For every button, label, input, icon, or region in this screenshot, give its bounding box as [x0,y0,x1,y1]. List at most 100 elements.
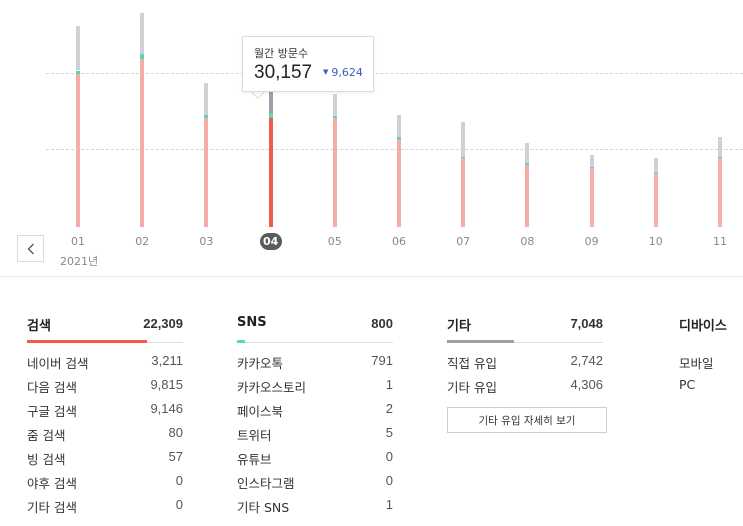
bar-segment-other [589,154,594,167]
month-tick-label[interactable]: 11 [705,235,735,249]
traffic-stats-panel: 01 02 03 04 05 06 07 08 09 10 11 2021년 월간 방문수 30,1… [0,0,743,526]
stat-value: 5 [385,425,393,440]
stat-value: 0 [385,449,393,464]
bar-month-02[interactable] [140,13,145,227]
bar-month-06[interactable] [397,115,401,227]
bar-month-08[interactable] [525,143,530,227]
stat-row: 야후 검색 0 [27,473,183,497]
bar-segment-sns [332,116,337,118]
stat-row: 기타 검색 0 [27,497,183,521]
bar-month-05[interactable] [332,93,337,227]
stat-row: 직접 유입 2,742 [447,353,603,377]
row-list: 모바일 PC [679,343,743,401]
stat-row: 카카오스토리 1 [237,377,393,401]
month-tick-label[interactable]: 05 [320,235,350,249]
stat-label: 직접 유입 [447,356,497,371]
stat-label: 모바일 [679,356,714,371]
tooltip-delta: ▼ 9,624 [323,66,363,79]
bar-segment-search [525,164,530,227]
bar-segment-sns [76,70,80,75]
stat-row: 구글 검색 9,146 [27,401,183,425]
stat-label: 페이스북 [237,404,284,419]
stat-label: 트위터 [237,428,272,443]
bar-month-09[interactable] [589,154,594,227]
stat-row: 기타 유입 4,306 [447,377,603,401]
month-tick-label[interactable]: 09 [577,235,607,249]
chevron-left-icon [27,243,34,254]
bar-month-04[interactable] [268,87,273,227]
month-tick-label[interactable]: 06 [384,235,414,249]
bar-segment-other [461,122,466,158]
month-tick-label[interactable]: 02 [127,235,157,249]
stat-label: 빙 검색 [27,452,66,467]
stat-value: 1 [385,497,393,512]
year-label: 2021년 [60,255,99,268]
stat-label: 기타 유입 [447,380,497,395]
share-bar [237,340,245,343]
device-column: 디바이스 모바일 PC [679,313,743,401]
stat-value: 791 [371,353,393,368]
stat-row: 다음 검색 9,815 [27,377,183,401]
bar-month-10[interactable] [653,157,658,227]
month-tick-label[interactable]: 10 [641,235,671,249]
column-title: 검색 [27,319,51,334]
bar-segment-search [653,172,658,227]
previous-period-button[interactable] [17,235,44,262]
bar-segment-other [332,93,337,116]
sns-column: SNS 800 카카오톡 791 카카오스토리 1 페이스북 2 트위터 5 유튜브 0 인스타그램… [237,313,393,521]
bar-segment-other [525,143,530,164]
stat-label: 카카오톡 [237,356,284,371]
bar-segment-sns [397,137,401,140]
arrow-down-icon: ▼ [323,68,329,76]
month-tick-label[interactable]: 07 [448,235,478,249]
monthly-visits-chart: 01 02 03 04 05 06 07 08 09 10 11 2021년 월간 방문수 30,1… [0,0,743,276]
bar-segment-search [397,139,401,227]
bar-month-03[interactable] [204,82,209,227]
bar-month-11[interactable] [718,136,722,227]
column-total: 22,309 [143,316,183,331]
stat-value: 2 [385,401,393,416]
stat-row: 트위터 5 [237,425,393,449]
other-column: 기타 7,048 직접 유입 2,742 기타 유입 4,306 기타 유입 자세히 … [447,313,607,433]
bar-segment-sns [718,157,722,159]
stat-row: 줌 검색 80 [27,425,183,449]
stat-label: 네이버 검색 [27,356,89,371]
stat-label: 카카오스토리 [237,380,307,395]
stat-value: 57 [168,449,183,464]
bar-segment-sns [653,171,658,173]
tooltip-value: 30,157 [254,62,313,83]
stat-label: 기타 검색 [27,500,77,515]
column-title: 디바이스 [679,319,727,334]
tooltip-delta-value: 9,624 [331,66,363,79]
other-inflow-detail-button[interactable]: 기타 유입 자세히 보기 [447,407,607,433]
month-tick-label[interactable]: 08 [512,235,542,249]
bar-segment-search [140,58,145,227]
bar-segment-search [204,117,209,227]
month-tick-label[interactable]: 04 [259,233,282,250]
bar-segment-sns [525,163,530,165]
stat-row: PC [679,377,743,401]
tooltip-title: 월간 방문수 [254,47,309,60]
month-tick-label[interactable]: 01 [63,235,93,249]
stat-value: 4,306 [570,377,603,392]
bar-segment-search [589,167,594,227]
bar-segment-sns [589,166,594,168]
column-total: 800 [371,316,393,331]
stat-label: 인스타그램 [237,476,295,491]
bar-segment-search [461,158,466,227]
month-tick-label[interactable]: 03 [191,235,221,249]
bar-month-01[interactable] [76,25,80,227]
bar-month-07[interactable] [461,122,466,227]
bar-segment-sns [268,112,273,118]
section-divider [0,276,743,277]
stat-row: 페이스북 2 [237,401,393,425]
bar-segment-other [718,136,722,158]
stat-value: 0 [385,473,393,488]
stat-value: 1 [385,377,393,392]
stat-value: 2,742 [570,353,603,368]
bar-segment-search [718,158,722,227]
bar-segment-search [76,74,80,227]
grid-line [46,73,743,74]
stat-value: 3,211 [151,353,183,368]
column-title: 기타 [447,319,471,334]
